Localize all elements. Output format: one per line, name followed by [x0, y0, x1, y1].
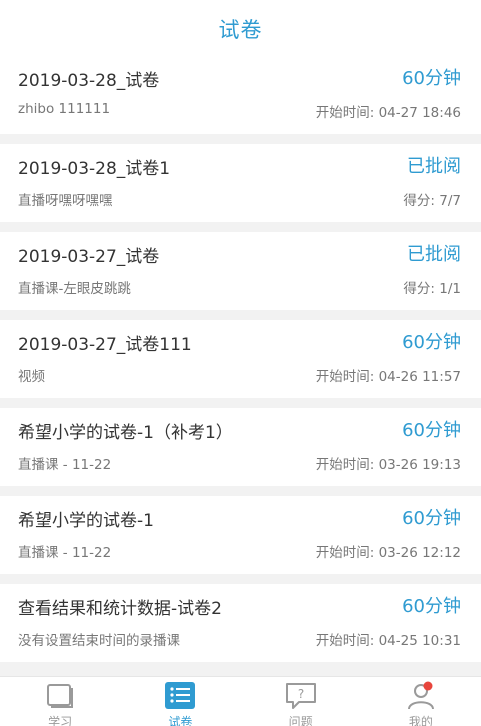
paper-course: 没有设置结束时间的录播课: [18, 633, 180, 649]
paper-list: 2019-03-28_试卷 60分钟 zhibo 111111 开始时间: 04…: [0, 56, 481, 672]
paper-card[interactable]: 2019-03-27_试卷111 60分钟 视频 开始时间: 04-26 11:…: [0, 320, 481, 398]
paper-status: 60分钟: [402, 596, 461, 617]
bottom-tab-bar: 学习 试卷 ? 问题 我的: [0, 676, 481, 726]
tab-study[interactable]: 学习: [0, 677, 120, 726]
paper-meta: 得分: 1/1: [403, 281, 461, 297]
paper-card[interactable]: 2019-03-28_试卷 60分钟 zhibo 111111 开始时间: 04…: [0, 56, 481, 134]
paper-course: 直播课-左眼皮跳跳: [18, 281, 131, 297]
paper-status: 60分钟: [402, 420, 461, 441]
paper-status: 60分钟: [402, 332, 461, 353]
book-icon: [47, 684, 74, 708]
paper-list-icon: [165, 682, 196, 709]
tab-label: 学习: [48, 715, 73, 726]
tab-label: 我的: [408, 715, 433, 726]
paper-card[interactable]: 查看结果和统计数据-试卷2 60分钟 没有设置结束时间的录播课 开始时间: 04…: [0, 584, 481, 662]
tab-label: 试卷: [168, 715, 193, 726]
paper-name: 2019-03-27_试卷111: [18, 335, 192, 355]
header: 试卷: [0, 8, 481, 56]
paper-meta: 得分: 7/7: [403, 193, 461, 209]
paper-status: 60分钟: [402, 68, 461, 89]
paper-status: 60分钟: [402, 508, 461, 529]
paper-course: 直播课 - 11-22: [18, 545, 112, 561]
question-chat-icon: ?: [285, 683, 316, 709]
tab-label: 问题: [288, 715, 313, 726]
paper-name: 希望小学的试卷-1（补考1）: [18, 423, 233, 443]
paper-meta: 开始时间: 04-27 18:46: [315, 105, 461, 121]
paper-status: 已批阅: [407, 244, 461, 265]
paper-name: 2019-03-27_试卷: [18, 247, 160, 267]
tab-questions[interactable]: ? 问题: [241, 677, 361, 726]
paper-card[interactable]: 希望小学的试卷-1（补考1） 60分钟 直播课 - 11-22 开始时间: 03…: [0, 408, 481, 486]
paper-name: 查看结果和统计数据-试卷2: [18, 599, 222, 619]
tab-profile[interactable]: 我的: [361, 677, 481, 726]
tab-papers[interactable]: 试卷: [120, 677, 240, 726]
paper-course: 直播课 - 11-22: [18, 457, 112, 473]
user-icon: [407, 681, 434, 710]
paper-course: zhibo 111111: [18, 101, 111, 117]
paper-name: 希望小学的试卷-1: [18, 511, 154, 531]
svg-text:?: ?: [297, 687, 303, 701]
paper-card[interactable]: 2019-03-28_试卷1 已批阅 直播呀嘿呀嘿嘿 得分: 7/7: [0, 144, 481, 222]
paper-course: 直播呀嘿呀嘿嘿: [18, 193, 113, 209]
paper-course: 视频: [18, 369, 45, 385]
paper-name: 2019-03-28_试卷: [18, 71, 160, 91]
paper-meta: 开始时间: 04-25 10:31: [315, 633, 461, 649]
paper-meta: 开始时间: 03-26 19:13: [315, 457, 461, 473]
paper-card[interactable]: 希望小学的试卷-1 60分钟 直播课 - 11-22 开始时间: 03-26 1…: [0, 496, 481, 574]
paper-status: 已批阅: [407, 156, 461, 177]
status-bar: [0, 0, 481, 8]
paper-name: 2019-03-28_试卷1: [18, 159, 171, 179]
paper-meta: 开始时间: 03-26 12:12: [315, 545, 461, 561]
paper-meta: 开始时间: 04-26 11:57: [315, 369, 461, 385]
page-title: 试卷: [218, 18, 263, 42]
page: 试卷 2019-03-28_试卷 60分钟 zhibo 111111 开始时间:…: [0, 0, 481, 726]
paper-card[interactable]: 2019-03-27_试卷 已批阅 直播课-左眼皮跳跳 得分: 1/1: [0, 232, 481, 310]
